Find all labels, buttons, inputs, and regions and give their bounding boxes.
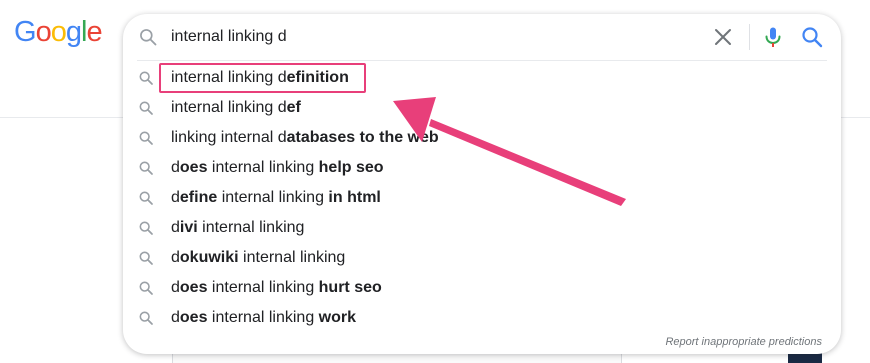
search-icon xyxy=(140,29,157,46)
suggestion-completion: okuwiki xyxy=(179,249,239,266)
report-predictions-link[interactable]: Report inappropriate predictions xyxy=(665,336,822,348)
suggestion-completion: atabases to the web xyxy=(286,129,439,146)
suggestion-completion: ef xyxy=(286,99,301,116)
suggestion-item[interactable]: does internal linking help seo xyxy=(123,153,841,183)
suggestion-text: divi internal linking xyxy=(171,213,304,243)
dropdown-divider xyxy=(137,60,827,61)
suggestion-match: d xyxy=(171,309,180,326)
suggestion-item[interactable]: does internal linking hurt seo xyxy=(123,273,841,303)
suggestion-text: does internal linking hurt seo xyxy=(171,273,382,303)
suggestion-completion: oes xyxy=(179,309,208,326)
suggestion-item[interactable]: define internal linking in html xyxy=(123,183,841,213)
search-icon xyxy=(139,251,153,265)
search-submit-icon[interactable] xyxy=(800,25,824,49)
logo-letter: G xyxy=(14,16,37,48)
suggestion-completion: help seo xyxy=(318,159,384,176)
search-input[interactable]: internal linking d xyxy=(171,27,287,47)
search-icon xyxy=(139,191,153,205)
search-icon xyxy=(139,221,153,235)
search-icon xyxy=(139,71,153,85)
suggestion-text: dokuwiki internal linking xyxy=(171,243,345,273)
google-logo[interactable]: Google xyxy=(14,16,103,48)
suggestion-match: internal linking xyxy=(207,159,319,176)
suggestion-match: internal linking xyxy=(207,309,319,326)
suggestion-completion: oes xyxy=(179,159,208,176)
logo-letter: g xyxy=(65,16,82,48)
suggestion-match: internal linking xyxy=(197,219,305,236)
suggestion-match: internal linking d xyxy=(171,99,287,116)
suggestion-list: internal linking definition internal link… xyxy=(123,63,841,333)
logo-letter: o xyxy=(50,16,67,48)
suggestion-item[interactable]: linking internal databases to the web xyxy=(123,123,841,153)
suggestion-completion: hurt seo xyxy=(318,279,382,296)
suggestion-completion: oes xyxy=(179,279,208,296)
search-icon xyxy=(139,131,153,145)
suggestion-match: internal linking xyxy=(238,249,346,266)
suggestion-completion: efine xyxy=(179,189,218,206)
suggestion-item[interactable]: internal linking def xyxy=(123,93,841,123)
suggestion-text: internal linking def xyxy=(171,93,301,123)
suggestion-completion: ivi xyxy=(179,219,198,236)
suggestion-completion: in html xyxy=(328,189,381,206)
suggestion-item[interactable]: divi internal linking xyxy=(123,213,841,243)
search-icon xyxy=(139,161,153,175)
suggestion-match: linking internal d xyxy=(171,129,287,146)
suggestion-text: does internal linking work xyxy=(171,303,356,333)
logo-letter: e xyxy=(86,16,102,48)
search-icon xyxy=(139,101,153,115)
search-input-row[interactable]: internal linking d xyxy=(123,14,841,60)
suggestion-text: linking internal databases to the web xyxy=(171,123,439,153)
suggestion-match: internal linking xyxy=(207,279,319,296)
microphone-icon[interactable] xyxy=(761,25,785,49)
suggestion-item[interactable]: does internal linking work xyxy=(123,303,841,333)
suggestion-match: d xyxy=(171,189,180,206)
suggestion-match: internal linking xyxy=(217,189,329,206)
suggestion-text: does internal linking help seo xyxy=(171,153,384,183)
annotation-highlight-box xyxy=(159,63,366,93)
search-icon xyxy=(139,281,153,295)
suggestion-text: define internal linking in html xyxy=(171,183,381,213)
suggestion-match: d xyxy=(171,219,180,236)
close-icon[interactable] xyxy=(711,25,735,49)
suggestion-match: d xyxy=(171,249,180,266)
search-icon xyxy=(139,311,153,325)
suggestion-completion: work xyxy=(318,309,356,326)
logo-letter: o xyxy=(35,16,52,48)
suggestion-item[interactable]: dokuwiki internal linking xyxy=(123,243,841,273)
toolbar-separator xyxy=(749,24,750,50)
suggestion-match: d xyxy=(171,159,180,176)
suggestion-match: d xyxy=(171,279,180,296)
